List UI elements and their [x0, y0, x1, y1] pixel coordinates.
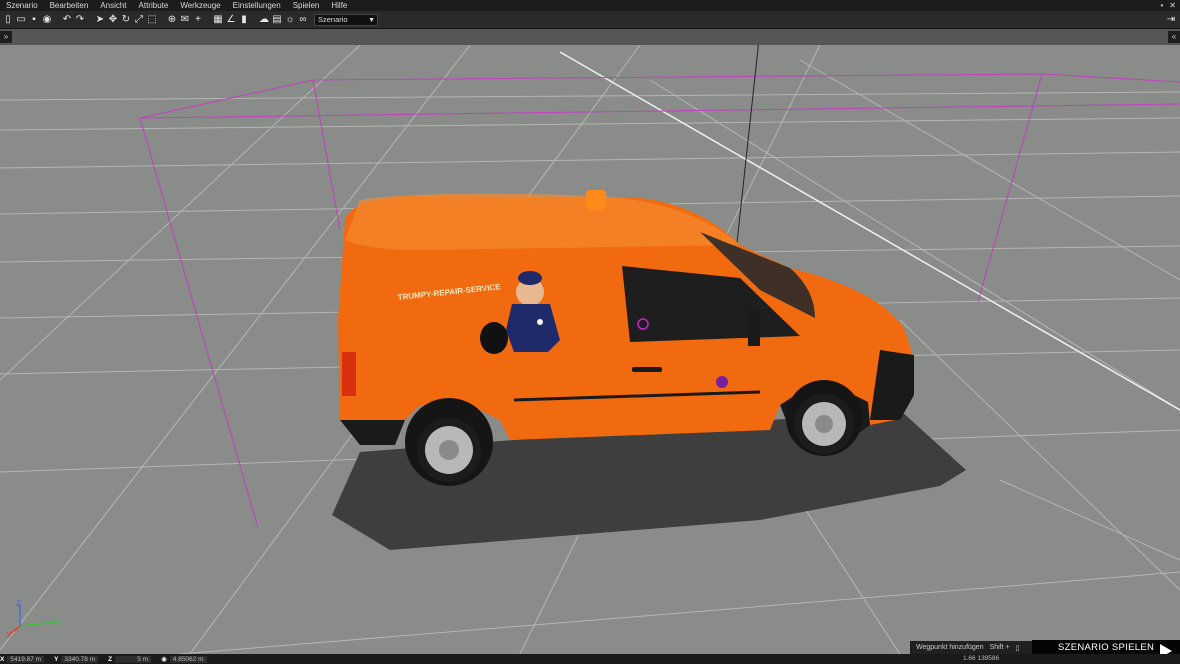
- waypoint-bar[interactable]: Wegpunkt hinzufügen Shift + ▯: [910, 641, 1032, 654]
- waypoint-shortcut: Shift +: [989, 644, 1010, 651]
- globe-icon[interactable]: ⊕: [166, 13, 178, 27]
- coord-y-label: Y: [54, 655, 59, 663]
- coord-z: Z 5 m: [108, 655, 152, 663]
- move-icon[interactable]: ✥: [107, 13, 119, 27]
- coord-x-label: X: [0, 655, 5, 663]
- gizmo-x-label: X: [6, 631, 12, 638]
- undo-icon[interactable]: ↶: [61, 13, 73, 27]
- view-distance-value: 4.85062 m: [169, 655, 207, 663]
- exit-icon[interactable]: ⇥: [1165, 13, 1177, 27]
- zoom-readout: 1.66 139586: [963, 655, 1000, 662]
- play-title: SZENARIO SPIELEN: [1058, 642, 1155, 653]
- toolbar: ▯ ▭ ▪ ◉ ↶ ↷ ➤ ✥ ↻ ⤢ ⬚ ⊕ ✉ + ▦ ∠ ▮ ☁ ▤ ☼ …: [0, 11, 1180, 29]
- new-file-icon[interactable]: ▯: [2, 13, 14, 27]
- redo-icon[interactable]: ↷: [74, 13, 86, 27]
- mail-icon[interactable]: ✉: [179, 13, 191, 27]
- expand-left-panel-icon[interactable]: »: [0, 31, 12, 43]
- panel-strip: [0, 29, 1180, 45]
- pin-icon[interactable]: •: [1160, 0, 1163, 11]
- area-select-icon[interactable]: ⬚: [146, 13, 158, 27]
- rear-wheel: [405, 398, 493, 486]
- eye-icon: ◉: [161, 656, 167, 663]
- weather-icon[interactable]: ☁: [258, 13, 270, 27]
- publish-icon[interactable]: ◉: [41, 13, 53, 27]
- menu-einstellungen[interactable]: Einstellungen: [227, 0, 287, 11]
- expand-right-panel-icon[interactable]: «: [1168, 31, 1180, 43]
- status-bar: X 5419.87 m Y 3340.78 m Z 5 m ◉ 4.85062 …: [0, 654, 1180, 664]
- rotate-icon[interactable]: ↻: [120, 13, 132, 27]
- axis-gizmo: Z Y X: [6, 598, 66, 643]
- map-icon[interactable]: ▤: [271, 13, 283, 27]
- viewport-3d[interactable]: TRUMPY-REPAIR-SERVICE: [0, 45, 1180, 654]
- vertical-snap-icon[interactable]: ▮: [238, 13, 250, 27]
- open-folder-icon[interactable]: ▭: [15, 13, 27, 27]
- scale-icon[interactable]: ⤢: [133, 13, 145, 27]
- coord-z-label: Z: [108, 655, 113, 663]
- view-distance: ◉ 4.85062 m: [161, 655, 207, 663]
- menu-szenario[interactable]: Szenario: [0, 0, 44, 11]
- menu-bearbeiten[interactable]: Bearbeiten: [44, 0, 95, 11]
- front-wheel: [786, 380, 862, 456]
- grid-icon[interactable]: ▦: [212, 13, 224, 27]
- scenario-select[interactable]: Szenario ▼: [314, 13, 378, 26]
- binoculars-icon[interactable]: ∞: [297, 13, 309, 27]
- menu-werkzeuge[interactable]: Werkzeuge: [174, 0, 226, 11]
- save-icon[interactable]: ▪: [28, 13, 40, 27]
- mouse-icon: ▯: [1015, 644, 1020, 652]
- coord-x: X 5419.87 m: [0, 655, 45, 663]
- menu-bar: Szenario Bearbeiten Ansicht Attribute We…: [0, 0, 1180, 11]
- menu-hilfe[interactable]: Hilfe: [325, 0, 353, 11]
- menu-spielen[interactable]: Spielen: [287, 0, 326, 11]
- coord-z-value: 5 m: [115, 655, 152, 663]
- chevron-down-icon: ▼: [368, 16, 375, 24]
- close-icon[interactable]: ✕: [1169, 0, 1176, 11]
- add-icon[interactable]: +: [192, 13, 204, 27]
- sun-icon[interactable]: ☼: [284, 13, 296, 27]
- gizmo-z-label: Z: [16, 599, 21, 608]
- coord-y-value: 3340.78 m: [61, 655, 99, 663]
- coord-y: Y 3340.78 m: [54, 655, 99, 663]
- select-icon[interactable]: ➤: [94, 13, 106, 27]
- coord-x-value: 5419.87 m: [7, 655, 45, 663]
- angle-icon[interactable]: ∠: [225, 13, 237, 27]
- gizmo-y-label: Y: [56, 619, 62, 628]
- menu-attribute[interactable]: Attribute: [133, 0, 175, 11]
- waypoint-label: Wegpunkt hinzufügen: [916, 644, 984, 651]
- menu-ansicht[interactable]: Ansicht: [94, 0, 132, 11]
- scenario-select-value: Szenario: [318, 15, 348, 24]
